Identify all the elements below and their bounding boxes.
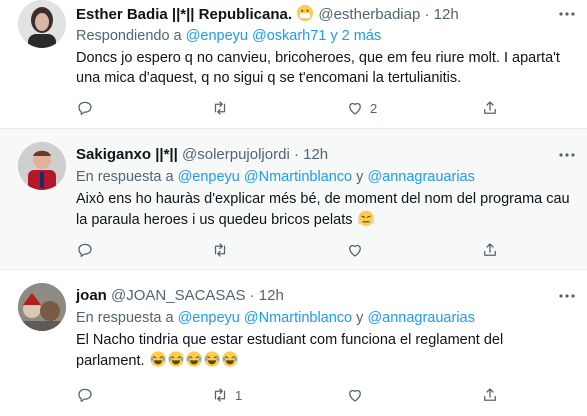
- mention-link[interactable]: @annagrauarias: [367, 310, 474, 326]
- mention-link[interactable]: @enpeyu: [178, 310, 240, 326]
- tweet-esther[interactable]: Esther Badia ||*|| Republicana. @estherb…: [0, 0, 587, 128]
- reply-icon: [78, 101, 92, 116]
- like-icon: [349, 389, 361, 402]
- tweet-feed: Esther Badia ||*|| Republicana. @estherb…: [0, 0, 587, 416]
- reply-prefix: En respuesta a: [76, 169, 174, 185]
- mention-link[interactable]: @annagrauarias: [367, 169, 474, 185]
- avatar-image: [18, 142, 66, 190]
- share-icon: [484, 388, 496, 401]
- reply-prefix: En respuesta a: [76, 310, 174, 326]
- timestamp[interactable]: 12h: [303, 146, 328, 163]
- reply-icon: [78, 243, 92, 258]
- more-icon: [559, 294, 575, 298]
- mention-link[interactable]: @enpeyu: [186, 28, 248, 44]
- share-icon: [484, 243, 496, 256]
- reply-context: En respuesta a @enpeyu @Nmartinblanco y …: [76, 308, 571, 328]
- retweet-count: 1: [235, 387, 243, 403]
- like-count: 2: [370, 100, 378, 116]
- mention-link[interactable]: @enpeyu: [178, 169, 240, 185]
- more-icon: [559, 153, 575, 157]
- like-icon: [349, 102, 361, 115]
- tweet-text-body: Això ens ho hauràs d'explicar més bé, de…: [76, 191, 570, 228]
- reply-icon: [78, 388, 92, 403]
- retweet-icon: [214, 243, 226, 257]
- mention-link[interactable]: @oskarh71: [252, 28, 326, 44]
- laughing-emoji-group: [149, 351, 239, 369]
- tweet-header: Sakiganxo ||*|| @solerpujoljordi · 12h: [76, 145, 571, 165]
- avatar-image: [18, 283, 66, 331]
- share-button[interactable]: [481, 240, 499, 260]
- retweet-button[interactable]: 1: [211, 385, 242, 405]
- user-handle[interactable]: @estherbadiap: [318, 6, 420, 23]
- steaming-face-emoji-icon: [357, 210, 374, 227]
- laughing-tears-emoji-icon: [221, 351, 238, 367]
- tweet-header: Esther Badia ||*|| Republicana. @estherb…: [76, 4, 571, 24]
- tweet-text-body: El Nacho tindria que estar estudiant com…: [76, 332, 504, 369]
- tweet-actions: 1: [76, 385, 571, 405]
- mention-link[interactable]: @Nmartinblanco: [244, 169, 352, 185]
- more-options-button[interactable]: [557, 4, 577, 24]
- mention-link[interactable]: @Nmartinblanco: [244, 310, 352, 326]
- mask-face-emoji-icon: [297, 4, 314, 22]
- more-mentions-link[interactable]: y 2 más: [330, 28, 381, 44]
- share-icon: [484, 101, 496, 114]
- laughing-tears-emoji-icon: [149, 351, 166, 367]
- more-icon: [559, 12, 575, 16]
- reply-context: En respuesta a @enpeyu @Nmartinblanco y …: [76, 167, 571, 187]
- share-button[interactable]: [481, 385, 499, 405]
- display-name[interactable]: joan: [76, 287, 107, 304]
- reply-context: Respondiendo a @enpeyu @oskarh71 y 2 más: [76, 26, 571, 46]
- like-button[interactable]: [346, 240, 370, 260]
- tweet-text: Això ens ho hauràs d'explicar més bé, de…: [76, 189, 571, 230]
- tweet-actions: [76, 240, 571, 260]
- reply-prefix: Respondiendo a: [76, 28, 182, 44]
- separator-dot: ·: [293, 146, 299, 163]
- separator-dot: ·: [424, 6, 430, 23]
- avatar-image: [18, 0, 66, 48]
- user-handle[interactable]: @solerpujoljordi: [182, 146, 290, 163]
- tweet-text: Doncs jo espero q no canvieu, bricoheroe…: [76, 50, 560, 86]
- avatar[interactable]: [18, 0, 66, 48]
- tweet-actions: 2: [76, 98, 571, 118]
- display-name[interactable]: Sakiganxo ||*||: [76, 146, 178, 163]
- tweet-sakiganxo[interactable]: Sakiganxo ||*|| @solerpujoljordi · 12h E…: [0, 129, 587, 269]
- like-icon: [349, 244, 361, 257]
- laughing-tears-emoji-icon: [203, 351, 220, 367]
- more-options-button[interactable]: [557, 286, 577, 306]
- retweet-button[interactable]: [211, 240, 235, 260]
- like-button[interactable]: 2: [346, 98, 377, 118]
- retweet-button[interactable]: [211, 98, 235, 118]
- like-button[interactable]: [346, 385, 370, 405]
- tweet-header: joan @JOAN_SACASAS · 12h: [76, 286, 571, 306]
- reply-conjunction: y: [356, 310, 364, 326]
- timestamp[interactable]: 12h: [434, 6, 459, 23]
- avatar[interactable]: [18, 283, 66, 331]
- reply-button[interactable]: [76, 240, 100, 260]
- more-options-button[interactable]: [557, 145, 577, 165]
- laughing-tears-emoji-icon: [185, 351, 202, 367]
- avatar[interactable]: [18, 142, 66, 190]
- reply-conjunction: y: [356, 169, 364, 185]
- retweet-icon: [214, 388, 226, 402]
- reply-button[interactable]: [76, 98, 100, 118]
- separator-dot: ·: [249, 287, 255, 304]
- tweet-text: El Nacho tindria que estar estudiant com…: [76, 330, 571, 371]
- tweet-joan[interactable]: joan @JOAN_SACASAS · 12h En respuesta a …: [0, 270, 587, 416]
- user-handle[interactable]: @JOAN_SACASAS: [111, 287, 245, 304]
- reply-button[interactable]: [76, 385, 100, 405]
- timestamp[interactable]: 12h: [259, 287, 284, 304]
- display-name[interactable]: Esther Badia ||*|| Republicana.: [76, 6, 292, 23]
- share-button[interactable]: [481, 98, 499, 118]
- retweet-icon: [214, 101, 226, 115]
- laughing-tears-emoji-icon: [167, 351, 184, 367]
